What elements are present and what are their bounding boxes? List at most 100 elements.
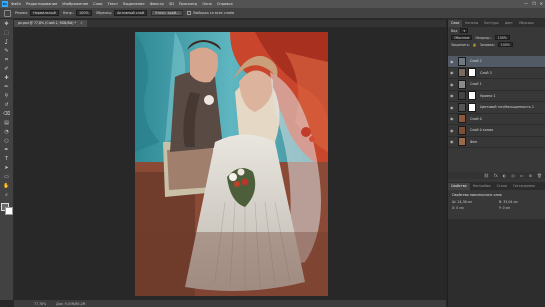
menu-edit[interactable]: Редактирование xyxy=(26,2,57,6)
quick-select-tool-icon[interactable]: ✎ xyxy=(3,47,11,55)
layer-row[interactable]: ◉ Слой 3 xyxy=(448,68,545,79)
layer-thumbnail[interactable] xyxy=(458,91,466,101)
adjustment-icon[interactable]: ◎ xyxy=(511,173,515,178)
trash-icon[interactable]: 🗑 xyxy=(537,173,542,178)
dodge-tool-icon[interactable]: ○ xyxy=(3,137,11,145)
group-icon[interactable]: ▭ xyxy=(520,173,524,178)
new-layer-icon[interactable]: ⊞ xyxy=(529,173,532,178)
marquee-tool-icon[interactable]: ⬚ xyxy=(3,29,11,37)
pen-tool-icon[interactable]: ✒ xyxy=(3,146,11,154)
shape-tool-icon[interactable]: ▭ xyxy=(3,173,11,181)
tab-properties[interactable]: Свойства xyxy=(448,183,470,190)
wedding-photo-image[interactable] xyxy=(135,32,328,296)
color-swatches[interactable] xyxy=(0,203,13,215)
menu-type[interactable]: Текст xyxy=(108,2,119,6)
document-tab[interactable]: рк.рsd @ 77,8% (Слой 2, RGB/8#) * × xyxy=(14,20,87,27)
mode-select[interactable]: Нормальный xyxy=(30,10,59,16)
visibility-eye-icon[interactable]: ◉ xyxy=(450,128,456,133)
menu-filter[interactable]: Фильтр xyxy=(150,2,164,6)
document-size[interactable]: Док: 9,03M/85,2M xyxy=(56,302,85,306)
hand-tool-icon[interactable]: ✋ xyxy=(3,182,11,190)
tab-histogram[interactable]: Гистограмма xyxy=(510,183,538,190)
menu-file[interactable]: Файл xyxy=(11,2,21,6)
brush-tool-icon[interactable]: ✏ xyxy=(3,83,11,91)
layer-thumbnail[interactable] xyxy=(458,137,466,147)
tab-adjustments[interactable]: Настройки xyxy=(470,183,494,190)
menu-image[interactable]: Изображение xyxy=(62,2,88,6)
lock-icon[interactable]: 🔒 xyxy=(473,43,477,47)
layer-thumbnail[interactable] xyxy=(458,125,466,135)
fx-icon[interactable]: fx xyxy=(494,173,498,178)
layer-thumbnail[interactable] xyxy=(458,79,466,89)
layer-name[interactable]: Слой 3 xyxy=(480,71,492,75)
layer-mask-thumbnail[interactable] xyxy=(468,68,476,78)
layer-mask-thumbnail[interactable] xyxy=(468,102,476,112)
zoom-tool-icon[interactable]: ⌕ xyxy=(3,191,11,199)
menu-layers[interactable]: Слои xyxy=(93,2,102,6)
visibility-eye-icon[interactable]: ◉ xyxy=(450,139,456,144)
close-tab-icon[interactable]: × xyxy=(80,21,83,25)
layer-name[interactable]: Слой 2 xyxy=(470,59,482,63)
history-brush-tool-icon[interactable]: ↺ xyxy=(3,101,11,109)
move-tool-icon[interactable]: ✥ xyxy=(3,20,11,28)
layer-name[interactable]: Слой 1 xyxy=(470,82,482,86)
mask-icon[interactable]: ◐ xyxy=(503,173,507,178)
link-layers-icon[interactable]: ⛓ xyxy=(484,173,489,178)
tab-styles[interactable]: Стили xyxy=(494,183,510,190)
refine-edge-button[interactable]: Уточн. край... xyxy=(151,10,184,16)
canvas-area[interactable] xyxy=(14,27,446,300)
menu-window[interactable]: Окно xyxy=(202,2,212,6)
sample-all-checkbox[interactable] xyxy=(187,11,192,15)
visibility-eye-icon[interactable]: ◉ xyxy=(450,116,456,121)
zoom-level[interactable]: 77,78% xyxy=(34,302,46,306)
tab-color[interactable]: Цвет xyxy=(502,20,516,27)
crop-tool-icon[interactable]: ⌗ xyxy=(3,56,11,64)
blend-mode-select[interactable]: Обычные xyxy=(451,35,473,40)
tab-paths[interactable]: Контуры xyxy=(481,20,502,27)
lasso-tool-icon[interactable]: ʆ xyxy=(3,38,11,46)
type-tool-icon[interactable]: T xyxy=(3,155,11,163)
visibility-eye-icon[interactable]: ◉ xyxy=(450,70,456,75)
layer-thumbnail[interactable] xyxy=(458,56,466,66)
tab-swatches[interactable]: Образцы xyxy=(516,20,537,27)
current-tool-icon[interactable] xyxy=(4,9,11,17)
eyedropper-tool-icon[interactable]: ✐ xyxy=(3,65,11,73)
visibility-eye-icon[interactable]: ◉ xyxy=(450,82,456,87)
layer-row[interactable]: ◉ Слой 0 копия xyxy=(448,125,545,137)
layer-mask-thumbnail[interactable] xyxy=(468,91,476,101)
layer-name[interactable]: Фон xyxy=(470,140,477,144)
background-color-swatch[interactable] xyxy=(4,207,13,215)
x-field[interactable]: X: 0 см xyxy=(452,206,495,210)
layer-name[interactable]: Цветовой тон/Насыщенность 1 xyxy=(480,105,534,109)
visibility-eye-icon[interactable]: ◉ xyxy=(450,93,456,98)
layer-name[interactable]: Уровни 1 xyxy=(480,94,496,98)
path-select-tool-icon[interactable]: ➤ xyxy=(3,164,11,172)
menu-help[interactable]: Справка xyxy=(217,2,233,6)
sample-select[interactable]: Активный слой xyxy=(114,10,148,16)
layer-row[interactable]: ◉ Уровни 1 xyxy=(448,91,545,102)
layer-row[interactable]: ◉ Слой 0 xyxy=(448,114,545,125)
layer-thumbnail[interactable] xyxy=(458,68,466,78)
y-field[interactable]: Y: 0 см xyxy=(499,206,542,210)
fill-field[interactable]: 100% xyxy=(497,42,513,47)
gradient-tool-icon[interactable]: ▤ xyxy=(3,119,11,127)
menu-3d[interactable]: 3D xyxy=(169,2,174,6)
kind-filter-select[interactable]: ▾ xyxy=(460,28,469,33)
tab-channels[interactable]: Каналы xyxy=(462,20,481,27)
layer-thumbnail[interactable] xyxy=(458,102,466,112)
visibility-eye-icon[interactable]: ◉ xyxy=(450,59,456,64)
restore-icon[interactable]: ❐ xyxy=(532,1,536,6)
layer-row[interactable]: ◉ Слой 2 xyxy=(448,56,545,68)
width-field[interactable]: Ш: 24,38 см xyxy=(452,200,495,204)
layer-name[interactable]: Слой 0 копия xyxy=(470,128,493,132)
healing-tool-icon[interactable]: ✚ xyxy=(3,74,11,82)
menu-select[interactable]: Выделение xyxy=(123,2,144,6)
layer-row[interactable]: ◉ Слой 1 xyxy=(448,79,545,91)
height-field[interactable]: В: 33,04 см xyxy=(499,200,542,204)
layer-opacity-field[interactable]: 100% xyxy=(494,35,510,40)
visibility-eye-icon[interactable]: ◉ xyxy=(450,105,456,110)
layer-name[interactable]: Слой 0 xyxy=(470,117,482,121)
layer-row[interactable]: ◉ Цветовой тон/Насыщенность 1 xyxy=(448,102,545,114)
minimize-icon[interactable]: — xyxy=(524,1,528,6)
tab-layers[interactable]: Слои xyxy=(448,20,463,27)
